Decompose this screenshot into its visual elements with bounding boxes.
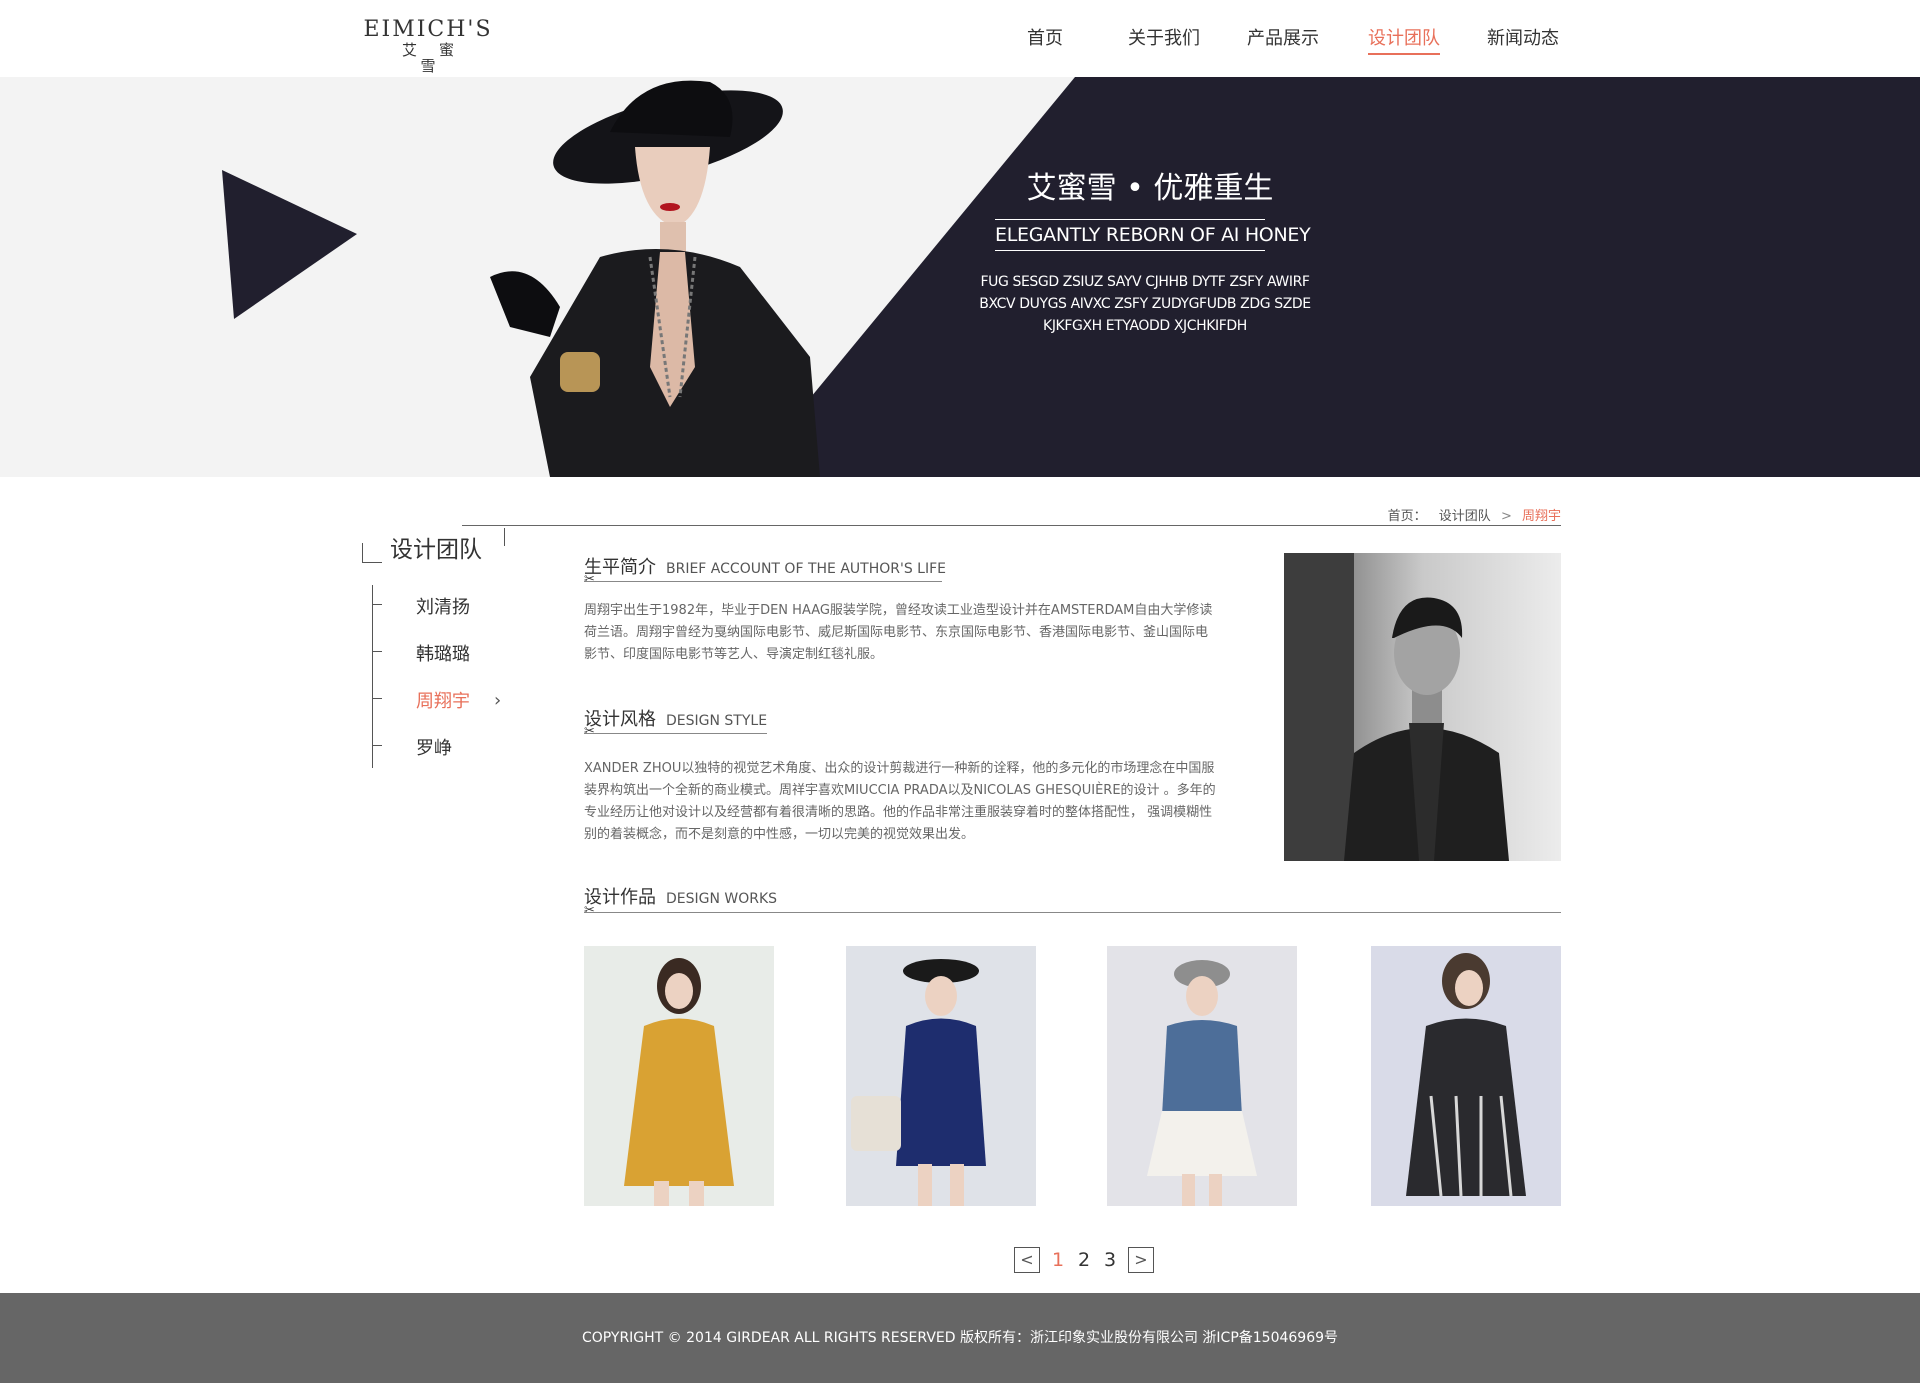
breadcrumb-separator: >: [1500, 509, 1512, 524]
sidebar-item-han-lulu[interactable]: 韩璐璐: [416, 640, 470, 666]
breadcrumb-current: 周翔宇: [1521, 509, 1561, 524]
sidebar-bracket-left: [362, 543, 382, 563]
hero-banner: 艾蜜雪 • 优雅重生 ELEGANTLY REBORN OF AI HONEY …: [0, 77, 1920, 477]
style-text: XANDER ZHOU以独特的视觉艺术角度、出众的设计剪裁进行一种新的诠释，他的…: [584, 758, 1264, 846]
designer-portrait: [1284, 553, 1561, 861]
work-image-2[interactable]: [846, 946, 1036, 1206]
style-line: 别的着装概念，而不是刻意的中性感，一切以完美的视觉效果出发。: [584, 827, 975, 842]
nav-item-home[interactable]: 首页: [1027, 27, 1063, 51]
sidebar-item-luo-zheng[interactable]: 罗峥: [416, 734, 452, 760]
sidebar-item-liu-qingyang[interactable]: 刘清扬: [416, 593, 470, 619]
bio-text: 周翔宇出生于1982年，毕业于DEN HAAG服装学院，曾经攻读工业造型设计并在…: [584, 600, 1264, 666]
work-image-4[interactable]: [1371, 946, 1561, 1206]
section-head-works: 设计作品 DESIGN WORKS: [584, 883, 777, 909]
sidebar-tick: [372, 651, 382, 652]
style-line: XANDER ZHOU以独特的视觉艺术角度、出众的设计剪裁进行一种新的诠释，他的…: [584, 761, 1215, 776]
banner-desc-line: BXCV DUYGS AIVXC ZSFY ZUDYGFUDB ZDG SZDE: [979, 296, 1311, 312]
section-title-en: DESIGN WORKS: [666, 891, 778, 907]
bio-line: 荷兰语。周翔宇曾经为戛纳国际电影节、威尼斯国际电影节、东京国际电影节、香港国际电…: [584, 625, 1209, 640]
nav-item-products[interactable]: 产品展示: [1247, 27, 1319, 51]
work-image-3[interactable]: [1107, 946, 1297, 1206]
breadcrumb: 首页： 设计团队 > 周翔宇: [1388, 505, 1561, 524]
section-underline: [584, 912, 1561, 913]
style-line: 专业经历让他对设计以及经营都有着很清晰的思路。他的作品非常注重服装穿着时的整体搭…: [584, 805, 1213, 820]
section-head-bio: 生平简介 BRIEF ACCOUNT OF THE AUTHOR'S LIFE: [584, 553, 946, 579]
main-nav: 首页 关于我们 产品展示 设计团队 新闻动态: [0, 27, 1920, 57]
scissors-icon: ✂: [584, 572, 595, 587]
play-triangle-icon: [222, 170, 357, 319]
sidebar-title: 设计团队: [390, 537, 482, 563]
section-head-style: 设计风格 DESIGN STYLE: [584, 705, 767, 731]
breadcrumb-home[interactable]: 首页：: [1388, 509, 1427, 524]
style-line: 装界构筑出一个全新的商业模式。周祥宇喜欢MIUCCIA PRADA以及NICOL…: [584, 783, 1216, 798]
pager-page-1[interactable]: 1: [1052, 1247, 1064, 1273]
banner-description: FUG SESGD ZSIUZ SAYV CJHHB DYTF ZSFY AWI…: [975, 271, 1315, 337]
nav-item-news[interactable]: 新闻动态: [1487, 27, 1559, 51]
sidebar-tick: [372, 604, 382, 605]
scissors-icon: ✂: [584, 724, 595, 739]
section-title-en: BRIEF ACCOUNT OF THE AUTHOR'S LIFE: [666, 561, 946, 577]
banner-desc-line: KJKFGXH ETYAODD XJCHKIFDH: [1043, 318, 1247, 334]
sidebar-bracket-right: [504, 528, 505, 546]
scissors-icon: ✂: [584, 903, 595, 918]
pager-prev-button[interactable]: <: [1014, 1247, 1040, 1273]
header: EIMICH'S 艾蜜雪 首页 关于我们 产品展示 设计团队 新闻动态: [0, 0, 1920, 77]
work-image-1[interactable]: [584, 946, 774, 1206]
pager-page-3[interactable]: 3: [1104, 1247, 1116, 1273]
bio-line: 影节、印度国际电影节等艺人、导演定制红毯礼服。: [584, 647, 884, 662]
banner-title: 艾蜜雪 • 优雅重生: [1026, 171, 1274, 206]
sidebar-item-zhou-xiangyu[interactable]: 周翔宇: [416, 687, 470, 713]
breadcrumb-section[interactable]: 设计团队: [1439, 509, 1491, 524]
chevron-right-icon: ›: [494, 690, 502, 711]
banner-subtitle: ELEGANTLY REBORN OF AI HONEY: [995, 219, 1311, 251]
sidebar-tick: [372, 745, 382, 746]
pager-next-button[interactable]: >: [1128, 1247, 1154, 1273]
footer-copyright: COPYRIGHT © 2014 GIRDEAR ALL RIGHTS RESE…: [581, 1330, 1339, 1346]
nav-item-about[interactable]: 关于我们: [1128, 27, 1200, 51]
section-underline: [584, 581, 942, 582]
section-title-en: DESIGN STYLE: [666, 713, 768, 729]
section-underline: [584, 733, 767, 734]
footer: COPYRIGHT © 2014 GIRDEAR ALL RIGHTS RESE…: [0, 1293, 1920, 1383]
breadcrumb-divider: [462, 525, 1561, 526]
sidebar-tick: [372, 698, 382, 699]
banner-desc-line: FUG SESGD ZSIUZ SAYV CJHHB DYTF ZSFY AWI…: [980, 274, 1310, 290]
sidebar-tree-line: [372, 585, 373, 768]
pager-page-2[interactable]: 2: [1078, 1247, 1090, 1273]
banner-model-image: [490, 80, 820, 477]
nav-item-design-team[interactable]: 设计团队: [1368, 27, 1440, 55]
bio-line: 周翔宇出生于1982年，毕业于DEN HAAG服装学院，曾经攻读工业造型设计并在…: [584, 603, 1213, 618]
